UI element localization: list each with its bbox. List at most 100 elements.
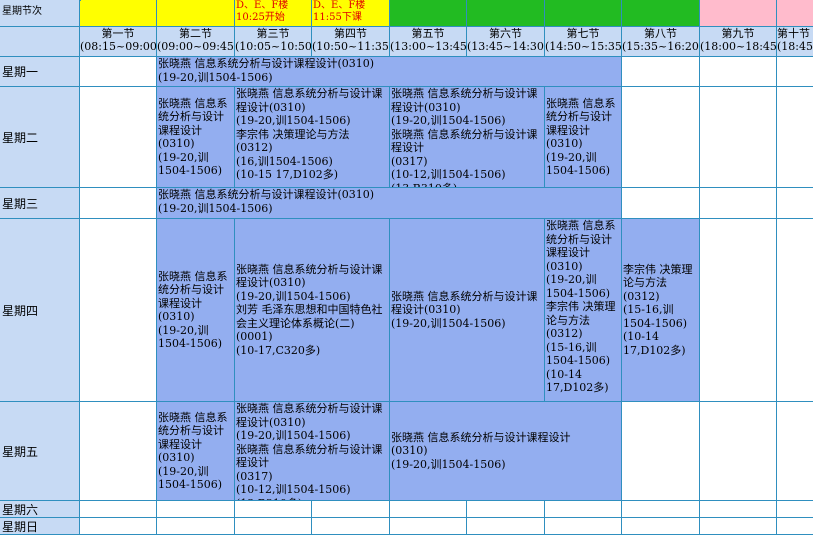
day-label-thu: 星期四	[0, 219, 80, 402]
course-block-thu-5[interactable]: 李宗伟 决策理论与方法 (0312) (15-16,训 1504-1506) (…	[622, 219, 700, 402]
empty-cell[interactable]	[700, 57, 777, 87]
course-text: 张晓燕 信息系统分析与设计课程设计 (0310) (19-20,训 1504-1…	[546, 219, 616, 394]
period-header-7: 第七节 (14:50~15:35)	[545, 27, 622, 57]
empty-cell[interactable]	[235, 518, 312, 535]
course-text: 张晓燕 信息系统分析与设计课程设计 (0310) (19-20,训 1504-1…	[546, 96, 616, 178]
course-text: 张晓燕 信息系统分析与设计课程设计 (0310) (19-20,训1504-15…	[391, 430, 571, 471]
band-period-2b	[157, 0, 235, 27]
empty-cell[interactable]	[312, 518, 390, 535]
day-label-mon: 星期一	[0, 57, 80, 87]
day-label-tue: 星期二	[0, 87, 80, 188]
empty-cell[interactable]	[700, 188, 777, 219]
band-period-7	[545, 0, 622, 27]
day-label-sun: 星期日	[0, 518, 80, 535]
empty-cell[interactable]	[622, 87, 700, 188]
empty-cell[interactable]	[390, 518, 467, 535]
empty-cell[interactable]	[80, 402, 157, 501]
course-block-thu-3[interactable]: 张晓燕 信息系统分析与设计课程设计(0310) (19-20,训1504-150…	[390, 219, 545, 402]
day-label-sat: 星期六	[0, 501, 80, 518]
course-text: 张晓燕 信息系统分析与设计课程设计(0310) (19-20,训1504-150…	[236, 87, 383, 181]
empty-cell[interactable]	[777, 518, 813, 535]
empty-cell[interactable]	[390, 501, 467, 518]
course-text: 张晓燕 信息系统分析与设计课程设计(0310) (19-20,训1504-150…	[236, 402, 383, 500]
period-header-9: 第九节 (18:00~18:45)	[700, 27, 777, 57]
band-period-4: D、E、F楼 11:55下课	[312, 0, 390, 27]
period-header-6: 第六节 (13:45~14:30)	[467, 27, 545, 57]
empty-cell[interactable]	[545, 518, 622, 535]
course-block-tue-4[interactable]: 张晓燕 信息系统分析与设计课程设计 (0310) (19-20,训 1504-1…	[545, 87, 622, 188]
empty-cell[interactable]	[700, 219, 777, 402]
course-text: 张晓燕 信息系统分析与设计课程设计 (0310) (19-20,训 1504-1…	[158, 410, 228, 492]
empty-cell[interactable]	[235, 501, 312, 518]
course-text: 张晓燕 信息系统分析与设计课程设计(0310) (19-20,训1504-150…	[391, 289, 538, 330]
period-header-2: 第二节 (09:00~09:45)	[157, 27, 235, 57]
empty-cell[interactable]	[80, 518, 157, 535]
band-period-8	[622, 0, 700, 27]
course-text: 李宗伟 决策理论与方法 (0312) (15-16,训 1504-1506) (…	[623, 262, 693, 357]
course-text: 张晓燕 信息系统分析与设计课程设计 (0310) (19-20,训 1504-1…	[158, 96, 228, 178]
period-header-3: 第三节 (10:05~10:50)	[235, 27, 312, 57]
empty-cell[interactable]	[467, 501, 545, 518]
empty-cell[interactable]	[777, 87, 813, 188]
period-header-corner	[0, 27, 80, 57]
course-text: 张晓燕 信息系统分析与设计课程设计(0310) (19-20,训1504-150…	[391, 87, 538, 188]
empty-cell[interactable]	[80, 87, 157, 188]
empty-cell[interactable]	[622, 57, 700, 87]
course-text: 张晓燕 信息系统分析与设计课程设计(0310) (19-20,训1504-150…	[158, 57, 375, 84]
course-block-tue-1[interactable]: 张晓燕 信息系统分析与设计课程设计 (0310) (19-20,训 1504-1…	[157, 87, 235, 188]
band-note-period4: D、E、F楼 11:55下课	[313, 0, 366, 23]
empty-cell[interactable]	[545, 501, 622, 518]
course-text: 张晓燕 信息系统分析与设计课程设计 (0310) (19-20,训 1504-1…	[158, 269, 228, 351]
empty-cell[interactable]	[622, 188, 700, 219]
band-spacer	[80, 0, 81, 1]
course-block-fri-1[interactable]: 张晓燕 信息系统分析与设计课程设计 (0310) (19-20,训 1504-1…	[157, 402, 235, 501]
empty-cell[interactable]	[622, 518, 700, 535]
empty-cell[interactable]	[777, 57, 813, 87]
period-header-8: 第八节 (15:35~16:20)	[622, 27, 700, 57]
band-period-9	[700, 0, 777, 27]
band-period-6	[467, 0, 545, 27]
empty-cell[interactable]	[80, 501, 157, 518]
period-header-4: 第四节 (10:50~11:35)	[312, 27, 390, 57]
period-header-10: 第十节(18:45~19:30)	[777, 27, 813, 57]
period-header-5: 第五节 (13:00~13:45)	[390, 27, 467, 57]
empty-cell[interactable]	[157, 518, 235, 535]
empty-cell[interactable]	[700, 402, 777, 501]
empty-cell[interactable]	[700, 87, 777, 188]
band-period-5	[390, 0, 467, 27]
course-block-thu-2[interactable]: 张晓燕 信息系统分析与设计课程设计(0310) (19-20,训1504-150…	[235, 219, 390, 402]
empty-cell[interactable]	[622, 402, 700, 501]
course-block-mon-1[interactable]: 张晓燕 信息系统分析与设计课程设计(0310) (19-20,训1504-150…	[157, 57, 622, 87]
course-block-thu-4[interactable]: 张晓燕 信息系统分析与设计课程设计 (0310) (19-20,训 1504-1…	[545, 219, 622, 402]
day-label-fri: 星期五	[0, 402, 80, 501]
empty-cell[interactable]	[80, 219, 157, 402]
empty-cell[interactable]	[80, 188, 157, 219]
course-block-thu-1[interactable]: 张晓燕 信息系统分析与设计课程设计 (0310) (19-20,训 1504-1…	[157, 219, 235, 402]
empty-cell[interactable]	[622, 501, 700, 518]
band-period-2	[80, 0, 157, 27]
empty-cell[interactable]	[777, 501, 813, 518]
band-note-period3: D、E、F楼 10:25开始	[236, 0, 289, 23]
empty-cell[interactable]	[312, 501, 390, 518]
empty-cell[interactable]	[700, 518, 777, 535]
course-block-fri-3[interactable]: 张晓燕 信息系统分析与设计课程设计 (0310) (19-20,训1504-15…	[390, 402, 622, 501]
empty-cell[interactable]	[777, 219, 813, 402]
course-text: 张晓燕 信息系统分析与设计课程设计(0310) (19-20,训1504-150…	[236, 262, 383, 357]
course-text: 张晓燕 信息系统分析与设计课程设计(0310) (19-20,训1504-150…	[158, 188, 375, 215]
course-block-tue-2[interactable]: 张晓燕 信息系统分析与设计课程设计(0310) (19-20,训1504-150…	[235, 87, 390, 188]
course-schedule-table: 星期节次 D、E、F楼 10:25开始 D、E、F楼 11:55下课 第一节 (0…	[0, 0, 813, 535]
course-block-fri-2[interactable]: 张晓燕 信息系统分析与设计课程设计(0310) (19-20,训1504-150…	[235, 402, 390, 501]
course-block-tue-3[interactable]: 张晓燕 信息系统分析与设计课程设计(0310) (19-20,训1504-150…	[390, 87, 545, 188]
course-block-wed-1[interactable]: 张晓燕 信息系统分析与设计课程设计(0310) (19-20,训1504-150…	[157, 188, 622, 219]
band-period-10	[777, 0, 813, 27]
corner-label: 星期节次	[0, 0, 80, 27]
empty-cell[interactable]	[157, 501, 235, 518]
band-period-3: D、E、F楼 10:25开始	[235, 0, 312, 27]
period-header-1: 第一节 (08:15~09:00)	[80, 27, 157, 57]
day-label-wed: 星期三	[0, 188, 80, 219]
empty-cell[interactable]	[700, 501, 777, 518]
empty-cell[interactable]	[777, 188, 813, 219]
empty-cell[interactable]	[80, 57, 157, 87]
empty-cell[interactable]	[777, 402, 813, 501]
empty-cell[interactable]	[467, 518, 545, 535]
